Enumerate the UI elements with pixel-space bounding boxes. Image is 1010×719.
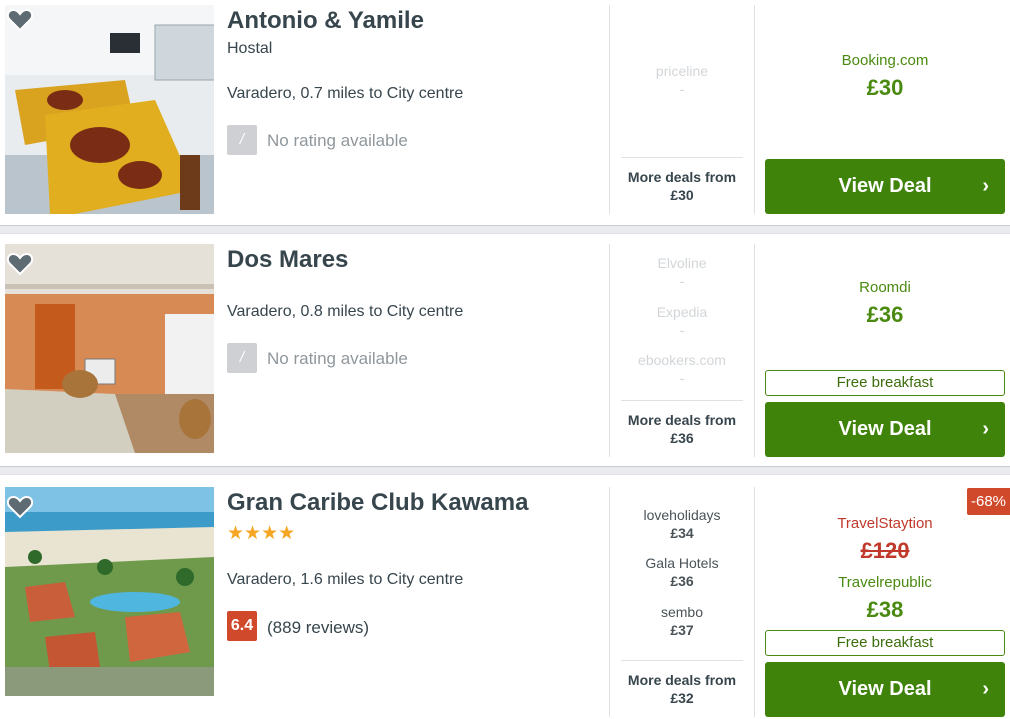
other-deal-price: £36 <box>670 573 694 589</box>
divider <box>609 487 610 717</box>
view-deal-button[interactable]: View Deal › <box>765 159 1005 214</box>
view-deal-label: View Deal <box>838 678 932 700</box>
hotel-card-antonio-yamile: Antonio & Yamile Hostal Varadero, 0.7 mi… <box>0 0 1010 225</box>
deal-price: £38 <box>866 597 904 622</box>
hotel-name[interactable]: Gran Caribe Club Kawama <box>227 489 528 517</box>
free-breakfast-badge: Free breakfast <box>765 370 1005 396</box>
old-deal-provider[interactable]: TravelStaytion <box>765 515 1005 532</box>
other-deal-provider: loveholidays <box>643 507 721 523</box>
more-deals-price: £36 <box>670 430 694 446</box>
no-rating-badge: / <box>227 125 257 155</box>
heart-icon[interactable] <box>7 495 33 519</box>
hotel-location: Varadero, 0.7 miles to City centre <box>227 85 464 102</box>
hotel-name[interactable]: Dos Mares <box>227 246 348 274</box>
other-deal-price: £37 <box>670 622 694 638</box>
deal-price: £30 <box>866 75 904 100</box>
no-rating-text: No rating available <box>267 131 408 150</box>
free-breakfast-badge: Free breakfast <box>765 630 1005 656</box>
heart-icon[interactable] <box>7 8 33 32</box>
divider <box>754 487 755 717</box>
card-separator <box>0 466 1010 475</box>
more-deals-price: £32 <box>670 690 694 706</box>
other-deal-provider: ebookers.com <box>638 352 726 368</box>
other-deal-provider: Expedia <box>656 304 708 320</box>
view-deal-button[interactable]: View Deal › <box>765 662 1005 717</box>
divider <box>609 244 610 457</box>
chevron-right-icon: › <box>982 175 989 197</box>
hotel-photo[interactable] <box>5 244 214 453</box>
more-deals-link[interactable]: More deals from £32 <box>621 660 743 717</box>
other-deal-provider: sembo <box>660 604 704 620</box>
other-deal-price: - <box>679 273 685 289</box>
divider <box>609 5 610 214</box>
hotel-photo[interactable] <box>5 5 214 214</box>
deal-provider[interactable]: Roomdi <box>765 279 1005 296</box>
hotel-card-gran-caribe: Gran Caribe Club Kawama ★★★★ Varadero, 1… <box>0 475 1010 719</box>
view-deal-label: View Deal <box>838 418 932 440</box>
other-deal-provider: Elvoline <box>657 255 707 271</box>
other-deal-price: - <box>679 322 685 338</box>
card-separator <box>0 225 1010 234</box>
more-deals-price: £30 <box>670 187 694 203</box>
more-deals-link[interactable]: More deals from £36 <box>621 400 743 457</box>
other-deal-provider: priceline <box>655 63 709 79</box>
other-deal-item[interactable]: loveholidays £34 <box>611 506 753 542</box>
reviews-count[interactable]: (889 reviews) <box>267 618 369 638</box>
other-deal-price: - <box>679 81 685 97</box>
other-deal-item[interactable]: priceline - <box>611 62 753 98</box>
hotel-name[interactable]: Antonio & Yamile <box>227 7 424 35</box>
other-deal-price: - <box>679 370 685 386</box>
chevron-right-icon: › <box>982 418 989 440</box>
other-deal-price: £34 <box>670 525 694 541</box>
other-deal-provider: Gala Hotels <box>645 555 719 571</box>
heart-icon[interactable] <box>7 252 33 276</box>
old-price-value: £120 <box>860 538 910 563</box>
other-deal-item[interactable]: Elvoline - <box>611 254 753 290</box>
review-score-badge[interactable]: 6.4 <box>227 611 257 641</box>
divider <box>754 244 755 457</box>
hotel-location: Varadero, 0.8 miles to City centre <box>227 303 464 320</box>
star-rating: ★★★★ <box>227 523 296 544</box>
chevron-right-icon: › <box>982 678 989 700</box>
hotel-card-dos-mares: Dos Mares Varadero, 0.8 miles to City ce… <box>0 234 1010 466</box>
other-deal-item[interactable]: Expedia - <box>611 303 753 339</box>
more-deals-label: More deals from <box>627 169 737 185</box>
hotel-type: Hostal <box>227 40 273 57</box>
hotel-location: Varadero, 1.6 miles to City centre <box>227 571 464 588</box>
divider <box>754 5 755 214</box>
more-deals-link[interactable]: More deals from £30 <box>621 157 743 214</box>
discount-badge: -68% <box>967 488 1010 515</box>
deal-price: £36 <box>866 302 904 327</box>
no-rating-text: No rating available <box>267 349 408 368</box>
deal-provider[interactable]: Booking.com <box>765 52 1005 69</box>
other-deal-item[interactable]: Gala Hotels £36 <box>611 554 753 590</box>
view-deal-label: View Deal <box>838 175 932 197</box>
other-deal-item[interactable]: ebookers.com - <box>611 351 753 387</box>
no-rating-badge: / <box>227 343 257 373</box>
hotel-photo[interactable] <box>5 487 214 696</box>
old-deal-price: £120 <box>765 538 1005 564</box>
view-deal-button[interactable]: View Deal › <box>765 402 1005 457</box>
deal-provider[interactable]: Travelrepublic <box>765 574 1005 591</box>
more-deals-label: More deals from <box>627 412 737 428</box>
more-deals-label: More deals from <box>627 672 737 688</box>
other-deal-item[interactable]: sembo £37 <box>611 603 753 639</box>
